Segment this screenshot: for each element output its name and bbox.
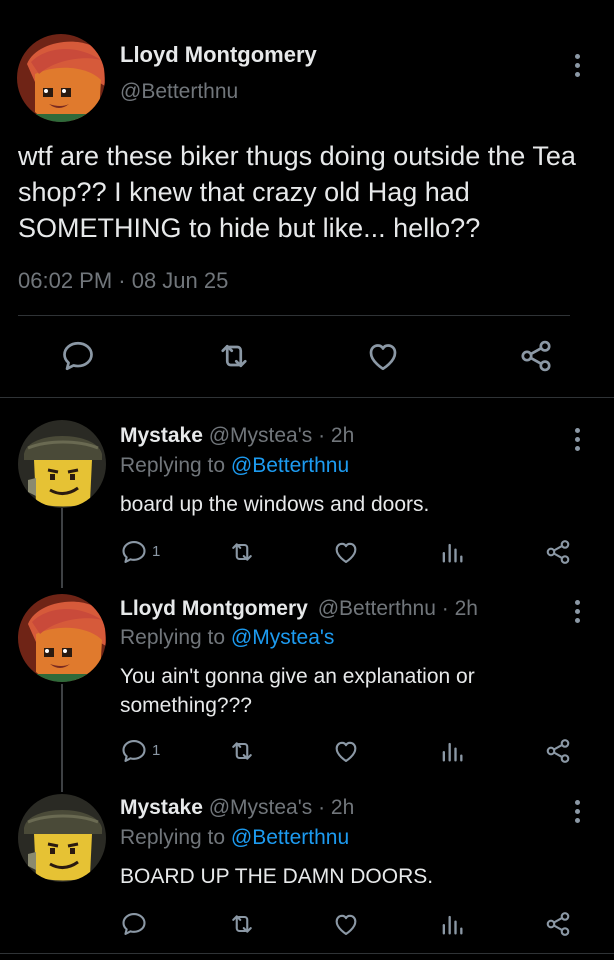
replying-to: Replying to @Betterthnu	[120, 454, 349, 478]
heart-icon[interactable]	[332, 910, 360, 938]
avatar[interactable]	[18, 794, 106, 882]
author-name[interactable]: Lloyd Montgomery	[120, 597, 308, 620]
author-name[interactable]: Lloyd Montgomery	[120, 42, 317, 68]
more-icon[interactable]	[574, 800, 580, 823]
retweet-icon[interactable]	[228, 910, 256, 938]
author-handle-time[interactable]: @Betterthnu · 2h	[318, 597, 478, 620]
comment-icon[interactable]	[120, 737, 148, 765]
retweet-icon[interactable]	[228, 538, 256, 566]
tweet-timestamp[interactable]: 06:02 PM · 08 Jun 25	[18, 268, 228, 294]
more-icon[interactable]	[574, 600, 580, 623]
reply-header: Lloyd Montgomery @Betterthnu · 2h	[120, 597, 478, 621]
analytics-icon[interactable]	[438, 538, 466, 566]
analytics-icon[interactable]	[438, 910, 466, 938]
author-name[interactable]: Mystake	[120, 796, 203, 819]
reply-count: 1	[152, 742, 161, 759]
share-icon[interactable]	[544, 910, 572, 938]
share-icon[interactable]	[518, 338, 554, 374]
heart-icon[interactable]	[332, 737, 360, 765]
reply-header: Mystake @Mystea's · 2h	[120, 796, 354, 820]
replying-prefix: Replying to	[120, 626, 226, 649]
replying-to-link[interactable]: @Betterthnu	[231, 826, 349, 849]
author-handle-time[interactable]: @Mystea's · 2h	[209, 424, 355, 447]
retweet-icon[interactable]	[216, 338, 252, 374]
author-name[interactable]: Mystake	[120, 424, 203, 447]
author-handle-time[interactable]: @Mystea's · 2h	[209, 796, 355, 819]
more-icon[interactable]	[574, 428, 580, 451]
author-handle[interactable]: @Betterthnu	[120, 80, 238, 104]
retweet-icon[interactable]	[228, 737, 256, 765]
avatar[interactable]	[17, 34, 105, 122]
reply-text: BOARD UP THE DAMN DOORS.	[120, 865, 434, 888]
divider	[0, 397, 614, 398]
replying-prefix: Replying to	[120, 826, 226, 849]
share-icon[interactable]	[544, 538, 572, 566]
replying-prefix: Replying to	[120, 454, 226, 477]
reply-header: Mystake @Mystea's · 2h	[120, 424, 354, 448]
replying-to-link[interactable]: @Mystea's	[231, 626, 335, 649]
share-icon[interactable]	[544, 737, 572, 765]
thread-line	[61, 500, 63, 588]
thread-line	[61, 684, 63, 792]
reply-count: 1	[152, 543, 161, 560]
comment-icon[interactable]	[120, 538, 148, 566]
divider	[18, 315, 570, 316]
avatar[interactable]	[18, 594, 106, 682]
reply-text: board up the windows and doors.	[120, 493, 430, 516]
heart-icon[interactable]	[365, 338, 401, 374]
replying-to: Replying to @Betterthnu	[120, 826, 349, 850]
tweet-text: wtf are these biker thugs doing outside …	[18, 141, 576, 243]
divider	[0, 953, 614, 954]
replying-to: Replying to @Mystea's	[120, 626, 334, 650]
more-icon[interactable]	[574, 54, 580, 77]
analytics-icon[interactable]	[438, 737, 466, 765]
comment-icon[interactable]	[60, 338, 96, 374]
reply-text: You ain't gonna give an explanation or s…	[120, 665, 475, 717]
comment-icon[interactable]	[120, 910, 148, 938]
replying-to-link[interactable]: @Betterthnu	[231, 454, 349, 477]
heart-icon[interactable]	[332, 538, 360, 566]
avatar[interactable]	[18, 420, 106, 508]
